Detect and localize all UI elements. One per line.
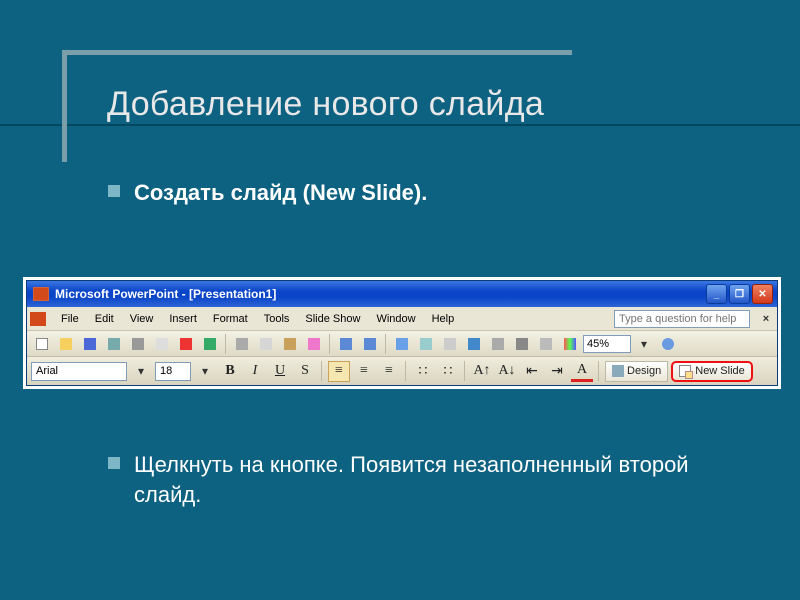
menu-help[interactable]: Help [425, 311, 462, 327]
menu-bar: File Edit View Insert Format Tools Slide… [27, 307, 777, 331]
minimize-button[interactable]: _ [706, 284, 727, 304]
show-grid-button[interactable] [535, 333, 557, 354]
powerpoint-window: Microsoft PowerPoint - [Presentation1] _… [26, 280, 778, 386]
toolbar-separator [385, 334, 387, 354]
menu-insert[interactable]: Insert [162, 311, 204, 327]
menu-tools[interactable]: Tools [257, 311, 297, 327]
zoom-input[interactable]: 45% [583, 335, 631, 353]
document-icon [30, 312, 46, 326]
decrease-indent-button[interactable]: ⇤ [521, 361, 543, 382]
align-left-button[interactable]: ≡ [328, 361, 350, 382]
help-search-input[interactable] [614, 310, 750, 328]
align-right-button[interactable]: ≡ [378, 361, 400, 382]
slide-title: Добавление нового слайда [107, 85, 544, 124]
save-button[interactable] [79, 333, 101, 354]
increase-indent-button[interactable]: ⇥ [546, 361, 568, 382]
insert-table-button[interactable] [415, 333, 437, 354]
new-slide-label: New Slide [695, 365, 745, 377]
new-slide-button[interactable]: New Slide [671, 361, 753, 382]
numbered-list-button[interactable]: ∷ [412, 361, 434, 382]
shadow-button[interactable]: S [294, 361, 316, 382]
menu-file[interactable]: File [54, 311, 86, 327]
bullet-marker-icon [108, 185, 120, 197]
app-icon [33, 287, 49, 301]
font-name-input[interactable]: Arial [31, 362, 127, 381]
align-center-button[interactable]: ≡ [353, 361, 375, 382]
bullet-marker-icon [108, 457, 120, 469]
color-button[interactable] [559, 333, 581, 354]
window-title: Microsoft PowerPoint - [Presentation1] [55, 287, 706, 301]
design-icon [612, 365, 624, 377]
insert-chart-button[interactable] [391, 333, 413, 354]
standard-toolbar: 45% ▾ [27, 331, 777, 357]
research-button[interactable] [199, 333, 221, 354]
menu-slideshow[interactable]: Slide Show [298, 311, 367, 327]
undo-button[interactable] [335, 333, 357, 354]
toolbar-separator [225, 334, 227, 354]
font-dropdown-icon[interactable]: ▾ [130, 361, 152, 382]
toolbar-separator [321, 361, 323, 381]
new-doc-button[interactable] [31, 333, 53, 354]
font-color-button[interactable]: A [571, 361, 593, 382]
menu-window[interactable]: Window [369, 311, 422, 327]
close-button[interactable]: ✕ [752, 284, 773, 304]
insert-hyperlink-button[interactable] [463, 333, 485, 354]
new-slide-icon [679, 365, 691, 377]
close-document-button[interactable]: × [758, 311, 774, 327]
menu-view[interactable]: View [123, 311, 161, 327]
bullet-item-2: Щелкнуть на кнопке. Появится незаполненн… [108, 450, 710, 509]
increase-font-button[interactable]: A↑ [471, 361, 493, 382]
maximize-button[interactable]: ❐ [729, 284, 750, 304]
size-dropdown-icon[interactable]: ▾ [194, 361, 216, 382]
print-preview-button[interactable] [151, 333, 173, 354]
permission-button[interactable] [103, 333, 125, 354]
open-button[interactable] [55, 333, 77, 354]
font-size-input[interactable]: 18 [155, 362, 191, 381]
bullet-1-text: Создать слайд (New Slide). [134, 178, 427, 208]
window-titlebar: Microsoft PowerPoint - [Presentation1] _… [27, 281, 777, 307]
help-button[interactable] [657, 333, 679, 354]
show-formatting-button[interactable] [511, 333, 533, 354]
design-button[interactable]: Design [605, 361, 668, 382]
toolbar-separator [598, 361, 600, 381]
toolbar-separator [405, 361, 407, 381]
copy-button[interactable] [255, 333, 277, 354]
bold-button[interactable]: B [219, 361, 241, 382]
format-painter-button[interactable] [303, 333, 325, 354]
menu-format[interactable]: Format [206, 311, 255, 327]
redo-button[interactable] [359, 333, 381, 354]
zoom-dropdown-icon[interactable]: ▾ [633, 333, 655, 354]
spelling-button[interactable] [175, 333, 197, 354]
paste-button[interactable] [279, 333, 301, 354]
title-frame: Добавление нового слайда [62, 50, 572, 162]
bullet-2-text: Щелкнуть на кнопке. Появится незаполненн… [134, 450, 710, 509]
print-button[interactable] [127, 333, 149, 354]
toolbar-separator [464, 361, 466, 381]
cut-button[interactable] [231, 333, 253, 354]
decrease-font-button[interactable]: A↓ [496, 361, 518, 382]
window-buttons: _ ❐ ✕ [706, 284, 773, 304]
tables-borders-button[interactable] [439, 333, 461, 354]
menu-edit[interactable]: Edit [88, 311, 121, 327]
toolbar-separator [329, 334, 331, 354]
formatting-toolbar: Arial ▾ 18 ▾ B I U S ≡ ≡ ≡ ∷ ∷ A↑ A↓ ⇤ ⇥… [27, 357, 777, 385]
underline-button[interactable]: U [269, 361, 291, 382]
design-label: Design [627, 365, 661, 377]
italic-button[interactable]: I [244, 361, 266, 382]
expand-all-button[interactable] [487, 333, 509, 354]
bulleted-list-button[interactable]: ∷ [437, 361, 459, 382]
bullet-item-1: Создать слайд (New Slide). [108, 178, 427, 208]
